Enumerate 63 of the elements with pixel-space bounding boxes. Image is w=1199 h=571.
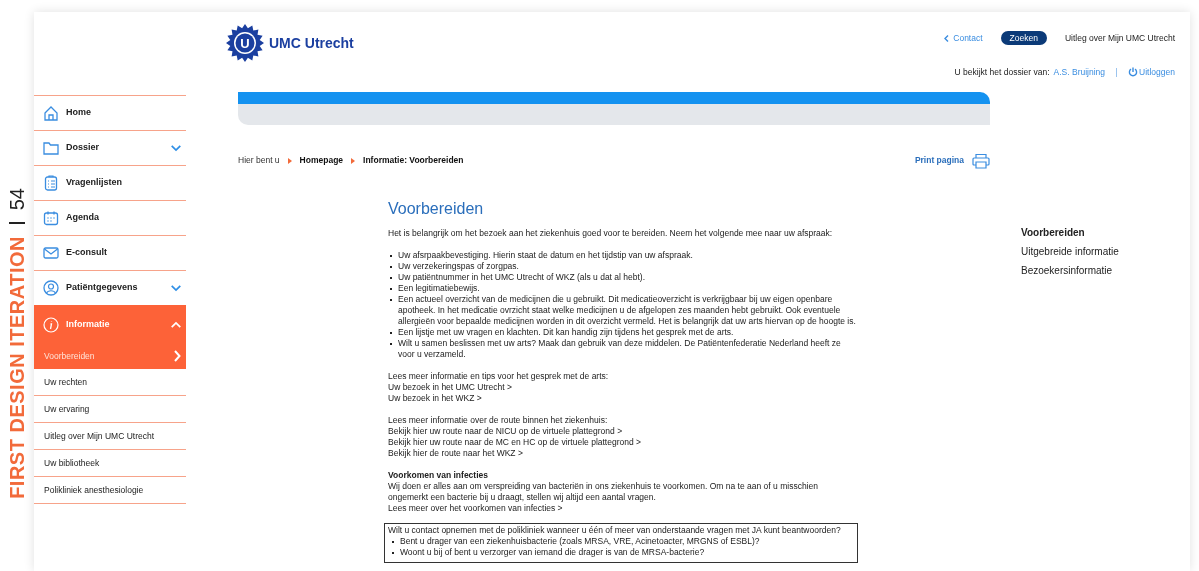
info-text: Lees meer informatie en tips voor het gesprek met de arts: [388, 370, 609, 382]
sidebar-item[interactable]: Dossier [34, 131, 186, 165]
home-icon [43, 105, 59, 121]
chevron-left-icon [944, 34, 950, 42]
folder-icon [43, 140, 59, 156]
list-item-text: Wilt u samen beslissen met uw arts? Maak dan gebruik van deze middelen. De Patiëntenfederatie Nederland heeft ze voor u verzameld. [398, 337, 842, 360]
user-icon [43, 280, 59, 296]
list-item-text: Woont u bij of bent u verzorger van iemand die drager is van de MRSA-bacterie? [400, 546, 705, 558]
info-link[interactable]: Uw bezoek in het UMC Utrecht > [388, 381, 512, 393]
sidebar-subitem[interactable]: Uw ervaring [34, 396, 186, 423]
list-item-text: Uw patiëntnummer in het UMC Utrecht of WKZ (als u dat al hebt). [398, 271, 646, 283]
sidebar-subitem[interactable]: Polikliniek anesthesiologie [34, 477, 186, 504]
logo-mark: U [226, 24, 264, 62]
contact-link[interactable]: Contact [944, 31, 983, 45]
chevron-right-icon [173, 350, 181, 362]
logout-link[interactable]: Uitloggen [1128, 66, 1175, 79]
breadcrumb-link[interactable]: Informatie: Voorbereiden [363, 154, 464, 168]
page-number: 54 [7, 187, 27, 211]
list-item-text: Een actueel overzicht van de medicijnen die u gebruikt. Dit medicatieoverzicht is verkrijgbaar bij uw eigen openbare apotheek. In het medicatie ovrzicht staat welke medicijnen u de afgelopen zes maanden hebt gebruikt. Ook eventuele allergieën voor bepaalde medicijnen worden in dit overzicht vermeld. Het is belangrijk dat uw arts hiervan op de hoogte is. [398, 293, 857, 327]
info-link[interactable]: Bekijk hier de route naar het WKZ > [388, 447, 523, 459]
nav-link[interactable]: Uitleg over Mijn UMC Utrecht [1064, 31, 1175, 45]
sidebar-item[interactable]: Home [34, 96, 186, 130]
calendar-icon [43, 210, 59, 226]
info-text: Lees meer informatie over de route binnen het ziekenhuis: [388, 414, 608, 426]
print-link[interactable]: Print pagina [914, 152, 990, 169]
list-item-text: Uw afsrpaakbevestiging. Hierin staat de datum en het tijdstip van uw afspraak. [398, 249, 693, 261]
info-link[interactable]: Uw bezoek in het WKZ > [388, 392, 482, 404]
slide-title: FIRST DESIGN ITERATION [7, 236, 27, 499]
search-button[interactable]: Zoeken [1000, 31, 1047, 45]
info-link[interactable]: Bekijk hier uw route naar de NICU op de virtuele plattegrond > [388, 425, 623, 437]
envelope-icon [43, 245, 59, 261]
breadcrumb-link[interactable]: Homepage [299, 154, 344, 168]
info-link[interactable]: Bekijk hier uw route naar de MC en HC op de virtuele plattegrond > [388, 436, 641, 448]
power-icon [1128, 67, 1139, 78]
list-item-text: Een lijstje met uw vragen en klachten. Dit kan handig zijn tijdens het gesprek met de arts. [398, 326, 734, 338]
sidebar-subitem[interactable]: Uitleg over Mijn UMC Utrecht [34, 423, 186, 450]
triangle-right-icon [351, 157, 356, 164]
section-text: Wij doen er alles aan om verspreiding van bacteriën in ons ziekenhuis te voorkomen. Om na te aan of u misschien ongemerkt een bacterie bij u draagt, stellen wij altijd een aantal vragen. [388, 480, 819, 503]
logo-text: UMC Utrecht [269, 33, 354, 53]
page-title: Voorbereiden [388, 198, 485, 219]
toc-link[interactable]: Bezoekersinformatie [1021, 263, 1113, 278]
printer-icon [972, 152, 990, 169]
breadcrumb-label: Hier bent u [238, 154, 280, 168]
sidebar-item[interactable]: Agenda [34, 201, 186, 235]
clipboard-list-icon [43, 175, 59, 191]
toc-link[interactable]: Uitgebreide informatie [1021, 244, 1119, 259]
sidebar-item[interactable]: Vragenlijsten [34, 166, 186, 200]
sidebar-item[interactable]: E-consult [34, 236, 186, 270]
sidebar-subitem[interactable]: Uw rechten [34, 369, 186, 396]
section-heading: Voorkomen van infecties [388, 469, 488, 481]
info-link[interactable]: Lees meer over het voorkomen van infecties > [388, 502, 563, 514]
account-label: U bekijkt het dossier van: [954, 66, 1050, 79]
intro-text: Het is belangrijk om het bezoek aan het ziekenhuis goed voor te bereiden. Neem het volgende mee naar uw afspraak: [388, 227, 834, 239]
account-name-link[interactable]: A.S. Bruijning [1053, 66, 1106, 79]
toc-link[interactable]: Voorbereiden [1021, 225, 1085, 240]
sidebar-subitem[interactable]: Uw bibliotheek [34, 450, 186, 477]
list-item-text: Een legitimatiebewijs. [398, 282, 480, 294]
list-item-text: Uw verzekeringspas of zorgpas. [398, 260, 519, 272]
list-item-text: Bent u drager van een ziekenhuisbacterie (zoals MRSA, VRE, Acinetoacter, MRGNS of ESBL)? [400, 535, 760, 547]
sidebar-item[interactable]: Patiëntgegevens [34, 271, 186, 305]
info-icon [43, 316, 59, 333]
triangle-right-icon [287, 157, 292, 164]
notice-text: Wilt u contact opnemen met de polikliniek wanneer u één of meer van onderstaande vragen met JA kunt beantwoorden? [388, 524, 842, 536]
